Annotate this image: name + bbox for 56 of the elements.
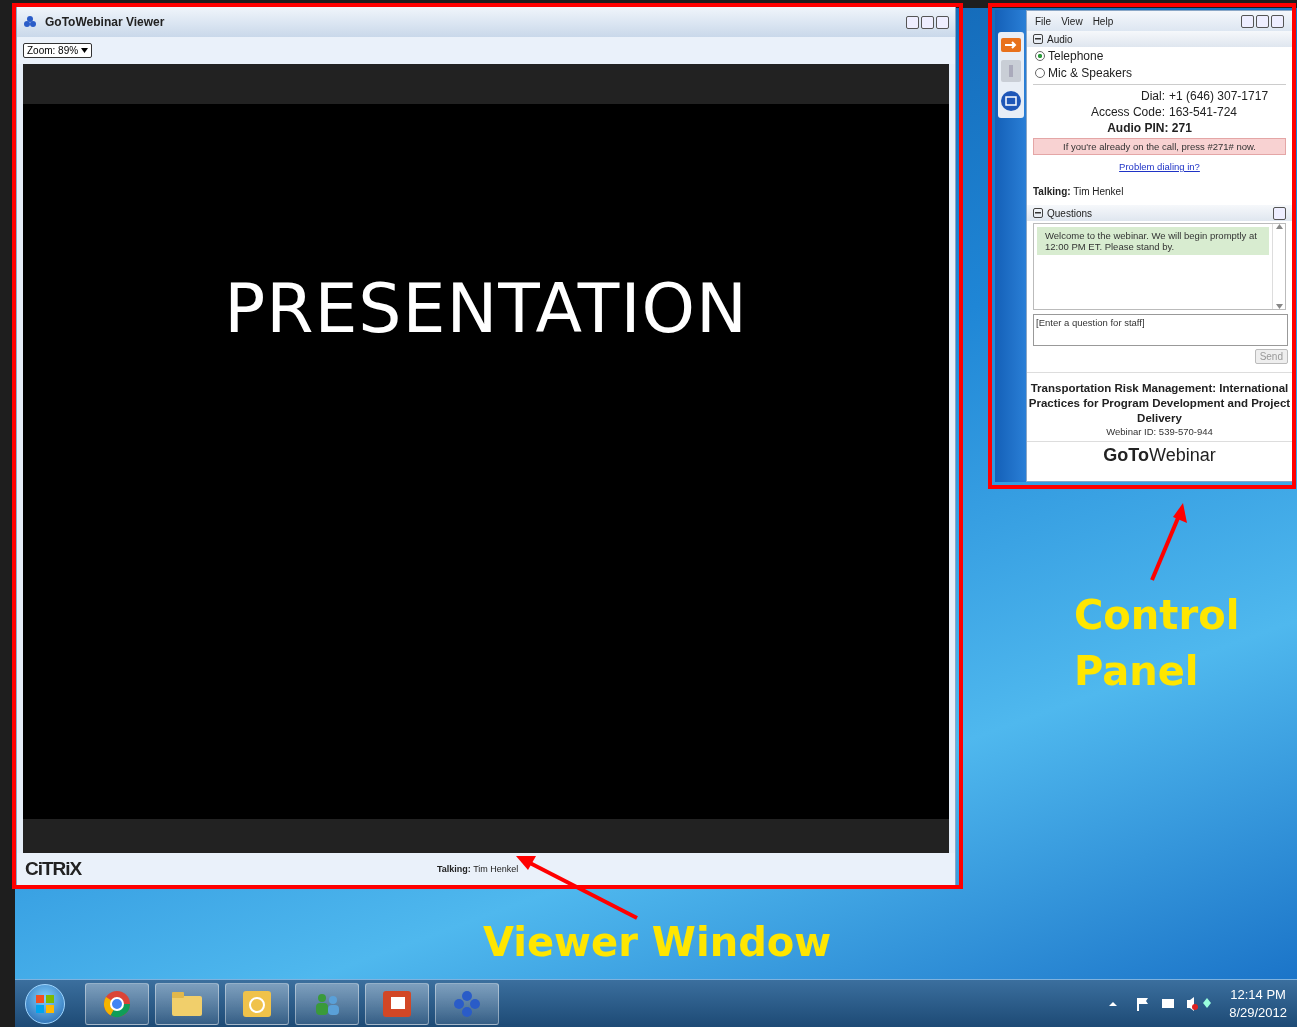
window-control-icon[interactable]: [906, 15, 919, 29]
menu-item[interactable]: File: [1035, 15, 1052, 27]
start-button[interactable]: [25, 983, 65, 1024]
window-control-icon[interactable]: [936, 15, 949, 29]
collapse-icon[interactable]: [1033, 34, 1043, 44]
popout-icon[interactable]: [1273, 206, 1286, 220]
taskbar-app[interactable]: [225, 982, 289, 1025]
question-input[interactable]: [Enter a question for staff]: [1033, 314, 1288, 346]
chat-message: Welcome to the webinar. We will begin promptly at 12:00 PM ET. Please stand by.: [1037, 227, 1269, 255]
system-clock[interactable]: 12:14 PM 8/29/2012: [1229, 985, 1287, 1022]
slides-icon: [383, 990, 411, 1017]
window-control-icon[interactable]: [1256, 14, 1269, 28]
collapse-icon[interactable]: [1033, 208, 1043, 218]
flower-icon: [23, 15, 37, 29]
radio-label[interactable]: Telephone: [1048, 48, 1104, 63]
radio-label[interactable]: Mic & Speakers: [1048, 65, 1133, 80]
radio-button[interactable]: [1035, 67, 1045, 78]
window-title: GoToWebinar Viewer: [45, 15, 165, 29]
menu-item[interactable]: View: [1061, 15, 1083, 27]
talking-status: Talking: Tim Henkel: [437, 864, 519, 874]
taskbar-app[interactable]: [85, 982, 149, 1025]
radio-button[interactable]: [1035, 50, 1045, 61]
menu-item[interactable]: Help: [1092, 15, 1114, 27]
audio-pin: Audio PIN: 271: [1106, 120, 1193, 136]
zoom-dropdown[interactable]: Zoom: 89%: [23, 43, 93, 58]
slide-title: PRESENTATION: [224, 269, 748, 348]
taskbar-app[interactable]: [435, 982, 499, 1025]
section-heading: Questions: [1047, 207, 1093, 219]
dial-number: +1 (646) 307-1717: [1169, 88, 1269, 104]
access-code: 163-541-724: [1169, 104, 1239, 120]
taskbar-app[interactable]: [365, 982, 429, 1025]
callout-label: Viewer Window: [483, 918, 832, 967]
folder-icon: [172, 991, 202, 1016]
screen-icon[interactable]: [999, 90, 1022, 112]
talking-status: Talking: Tim Henkel: [1032, 186, 1125, 199]
windows-logo-icon: [36, 994, 54, 1013]
window-control-icon[interactable]: [1271, 14, 1284, 28]
scroll-up-icon[interactable]: [1275, 224, 1283, 229]
scroll-down-icon[interactable]: [1275, 304, 1283, 309]
brand-logo: CiTRiX: [25, 858, 82, 880]
access-code-label: Access Code:: [1090, 104, 1165, 120]
dial-label: Dial:: [1139, 88, 1165, 104]
caret-icon: [81, 48, 89, 53]
window-control-icon[interactable]: [1241, 14, 1254, 28]
flower-icon: [453, 989, 481, 1018]
callout-label: Control Panel: [1074, 591, 1241, 696]
mail-icon: [243, 990, 271, 1017]
help-link[interactable]: Problem dialing in?: [1119, 161, 1200, 172]
window-control-icon[interactable]: [921, 15, 934, 29]
webinar-title: Transportation Risk Management: International Practices for Program Development and Project Delivery: [1027, 381, 1292, 426]
call-notice: If you're already on the call, press #271# now.: [1033, 138, 1286, 155]
product-logo: GoToWebinar: [1102, 444, 1217, 467]
browser-icon: [103, 989, 131, 1018]
section-heading: Audio: [1047, 33, 1073, 45]
taskbar-app[interactable]: [155, 982, 219, 1025]
taskbar-app[interactable]: [295, 982, 359, 1025]
